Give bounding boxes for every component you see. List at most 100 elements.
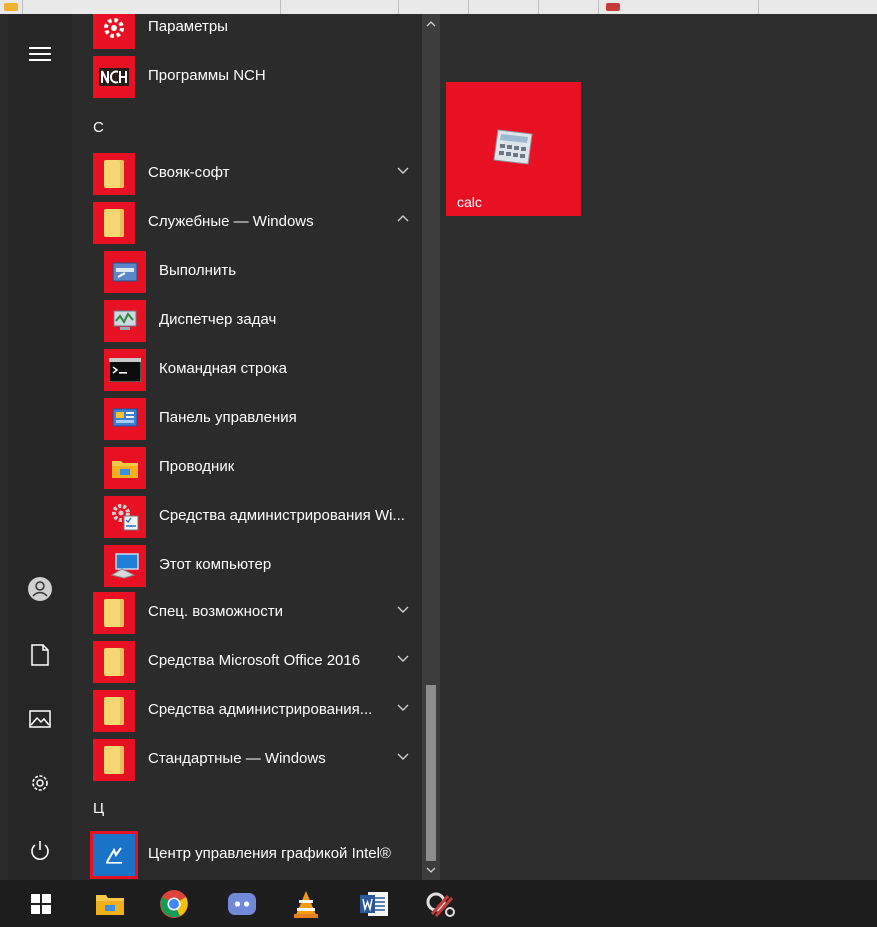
item-label: Средства Microsoft Office 2016 xyxy=(148,652,361,669)
item-label: Выполнить xyxy=(159,262,237,279)
discord-icon xyxy=(228,892,256,915)
admin-tools-icon xyxy=(112,504,139,531)
power-button[interactable] xyxy=(8,827,72,875)
list-item-explorer[interactable]: Проводник xyxy=(72,443,422,491)
intel-graphics-icon xyxy=(106,847,122,864)
chevron-up-icon[interactable] xyxy=(396,212,410,226)
explorer-icon xyxy=(112,461,138,478)
settings-button[interactable] xyxy=(8,759,72,807)
run-icon xyxy=(112,262,138,282)
item-label: Спец. возможности xyxy=(148,603,283,620)
list-item-admin-tools-wi[interactable]: Средства администрирования Wi... xyxy=(72,492,422,540)
taskbar-chrome[interactable] xyxy=(146,880,202,927)
list-group-office-tools[interactable]: Средства Microsoft Office 2016 xyxy=(72,637,422,685)
folder-icon xyxy=(104,599,124,627)
list-item-intel-graphics[interactable]: Центр управления графикой Intel® xyxy=(72,830,422,879)
task-manager-icon xyxy=(113,310,137,330)
start-button[interactable] xyxy=(13,880,69,927)
taskbar xyxy=(0,880,877,927)
chevron-down-icon[interactable] xyxy=(396,163,410,177)
chevron-down-icon[interactable] xyxy=(396,602,410,616)
windows-start-icon xyxy=(31,893,51,914)
chevron-down-icon[interactable] xyxy=(396,749,410,763)
app-list: Параметры Программы NCH С Свояк-софт Слу… xyxy=(72,14,422,880)
list-item-nch[interactable]: Программы NCH xyxy=(72,52,422,100)
documents-button[interactable] xyxy=(8,631,72,679)
scroll-up-arrow-icon[interactable] xyxy=(425,18,437,30)
folder-icon xyxy=(104,648,124,676)
scroll-down-arrow-icon[interactable] xyxy=(425,864,437,876)
app-icon-tile xyxy=(104,496,146,538)
item-label: Проводник xyxy=(159,458,235,475)
pictures-icon xyxy=(29,710,51,728)
app-icon-tile xyxy=(93,690,135,732)
item-label: Стандартные — Windows xyxy=(148,750,326,767)
strip-segment xyxy=(22,0,281,14)
chevron-down-icon[interactable] xyxy=(396,700,410,714)
item-label: Этот компьютер xyxy=(159,556,272,573)
strip-segment xyxy=(598,0,759,14)
app-icon-tile xyxy=(93,592,135,634)
app-list-scrollbar[interactable] xyxy=(422,14,440,880)
app-icon-tile xyxy=(104,349,146,391)
scrollbar-thumb[interactable] xyxy=(426,685,436,861)
app-icon-tile xyxy=(104,300,146,342)
list-group-admin-tools[interactable]: Средства администрирования... xyxy=(72,686,422,734)
item-label: Командная строка xyxy=(159,360,287,377)
documents-icon xyxy=(31,644,49,666)
list-item-this-pc[interactable]: Этот компьютер xyxy=(72,541,422,589)
list-group-system-windows[interactable]: Служебные — Windows xyxy=(72,198,422,246)
item-label: Свояк-софт xyxy=(148,164,230,181)
item-label: Параметры xyxy=(148,18,228,35)
app-icon-tile xyxy=(104,545,146,587)
item-label: Средства администрирования... xyxy=(148,701,373,718)
folder-icon xyxy=(104,746,124,774)
app-icon-tile xyxy=(93,641,135,683)
list-item-command-prompt[interactable]: Командная строка xyxy=(72,345,422,393)
user-account-button[interactable] xyxy=(8,565,72,613)
expand-menu-button[interactable] xyxy=(8,30,72,78)
app-icon-tile xyxy=(93,153,135,195)
letter-header-c[interactable]: С xyxy=(93,119,104,136)
taskbar-vlc[interactable] xyxy=(278,880,334,927)
app-icon-tile xyxy=(90,831,138,879)
folder-icon xyxy=(104,209,124,237)
list-item-run[interactable]: Выполнить xyxy=(72,247,422,295)
item-label: Панель управления xyxy=(159,409,297,426)
power-icon xyxy=(31,841,49,860)
strip-segment xyxy=(398,0,469,14)
calculator-icon xyxy=(493,129,533,165)
app-icon-tile xyxy=(104,447,146,489)
control-panel-icon xyxy=(112,408,138,427)
taskbar-snipping-tool[interactable] xyxy=(414,880,470,927)
list-item-control-panel[interactable]: Панель управления xyxy=(72,394,422,442)
list-group-standard-windows[interactable]: Стандартные — Windows xyxy=(72,735,422,783)
app-icon-tile xyxy=(93,739,135,781)
strip-segment xyxy=(280,0,399,14)
list-group-svoyak-soft[interactable]: Свояк-софт xyxy=(72,149,422,197)
strip-mark xyxy=(4,3,18,11)
taskbar-file-explorer[interactable] xyxy=(82,880,138,927)
tile-label: calc xyxy=(457,194,482,210)
command-prompt-icon xyxy=(109,358,141,382)
taskbar-discord[interactable] xyxy=(214,880,270,927)
strip-segment xyxy=(758,0,877,14)
list-group-accessibility[interactable]: Спец. возможности xyxy=(72,588,422,636)
hamburger-icon xyxy=(29,47,51,61)
item-label: Служебные — Windows xyxy=(148,213,314,230)
background-window-strip xyxy=(0,0,877,14)
user-icon xyxy=(28,577,52,601)
gear-icon xyxy=(104,18,124,38)
chevron-down-icon[interactable] xyxy=(396,651,410,665)
strip-segment xyxy=(468,0,539,14)
folder-icon xyxy=(104,160,124,188)
taskbar-word[interactable] xyxy=(346,880,402,927)
pictures-button[interactable] xyxy=(8,695,72,743)
tile-calc[interactable]: calc xyxy=(446,82,581,216)
item-label: Диспетчер задач xyxy=(159,311,277,328)
start-left-rail xyxy=(8,14,72,880)
list-item-settings[interactable]: Параметры xyxy=(72,14,422,51)
vlc-icon xyxy=(294,890,318,918)
list-item-task-manager[interactable]: Диспетчер задач xyxy=(72,296,422,344)
letter-header-ts[interactable]: Ц xyxy=(93,800,104,817)
